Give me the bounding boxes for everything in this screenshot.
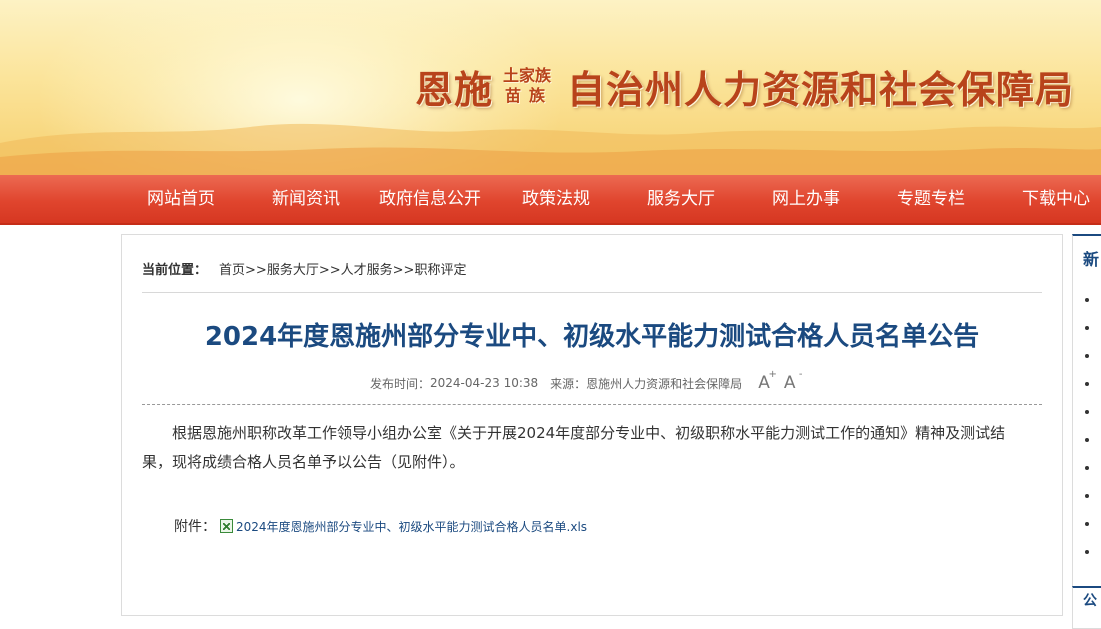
site-title-ethnic-bottom: 苗族 xyxy=(505,86,554,105)
sidebar-bullet-icon xyxy=(1085,438,1089,442)
article-meta: 发布时间： 2024-04-23 10:38 来源： 恩施州人力资源和社会保障局… xyxy=(370,369,803,393)
meta-divider xyxy=(142,404,1042,405)
nav-item-gov-info[interactable]: 政府信息公开 xyxy=(379,175,481,223)
breadcrumb-item-home[interactable]: 首页 xyxy=(219,263,245,278)
sidebar-bullet-icon xyxy=(1085,550,1089,554)
font-increase-button[interactable]: A + xyxy=(758,369,777,393)
nav-item-news[interactable]: 新闻资讯 xyxy=(272,175,340,223)
publish-time-label: 发布时间： xyxy=(370,376,431,391)
breadcrumb-item-service-hall[interactable]: 服务大厅 xyxy=(267,263,319,278)
breadcrumb-separator: >> xyxy=(392,263,415,278)
sidebar-bullet-icon xyxy=(1085,382,1089,386)
nav-item-special-topics[interactable]: 专题专栏 xyxy=(897,175,965,223)
source-name: 恩施州人力资源和社会保障局 xyxy=(586,376,743,391)
sidebar-bullet-icon xyxy=(1085,522,1089,526)
nav-item-downloads[interactable]: 下载中心 xyxy=(1022,175,1090,223)
breadcrumb: 当前位置： 首页>>服务大厅>>人才服务>>职称评定 xyxy=(142,259,466,278)
breadcrumb-divider xyxy=(142,292,1042,293)
main-nav: 网站首页 新闻资讯 政府信息公开 政策法规 服务大厅 网上办事 专题专栏 下载中… xyxy=(0,175,1101,225)
font-increase-sup: + xyxy=(768,369,777,380)
breadcrumb-label: 当前位置： xyxy=(142,263,208,278)
font-decrease-button[interactable]: A- xyxy=(783,369,803,393)
site-title-ethnic-top: 土家族 xyxy=(503,66,552,85)
sidebar-title: 新 xyxy=(1083,250,1100,269)
breadcrumb-item-talent-service[interactable]: 人才服务 xyxy=(341,263,393,278)
sidebar-bullet-icon xyxy=(1085,410,1089,414)
nav-item-service-hall[interactable]: 服务大厅 xyxy=(647,175,715,223)
sidebar-bullet-icon xyxy=(1085,326,1089,330)
nav-item-online-service[interactable]: 网上办事 xyxy=(772,175,840,223)
publish-time: 2024-04-23 10:38 xyxy=(430,376,539,390)
sidebar-second-title: 公 xyxy=(1083,593,1097,609)
sidebar-news-panel: 新 xyxy=(1072,234,1101,587)
sidebar-second-panel: 公 xyxy=(1072,586,1101,629)
breadcrumb-separator: >> xyxy=(318,263,341,278)
attachment-link[interactable]: 2024年度恩施州部分专业中、初级水平能力测试合格人员名单.xls xyxy=(236,518,587,535)
banner-hills-graphic xyxy=(0,123,1101,175)
attachment-label: 附件： xyxy=(174,519,216,535)
site-title-ethnic: 土家族 苗族 xyxy=(503,66,553,106)
sidebar-bullet-icon xyxy=(1085,354,1089,358)
nav-item-home[interactable]: 网站首页 xyxy=(147,175,215,223)
site-title-left: 恩施 xyxy=(415,67,494,112)
site-title: 恩施 土家族 苗族 自治州人力资源和社会保障局 xyxy=(415,58,1074,114)
article-body: 根据恩施州职称改革工作领导小组办公室《关于开展2024年度部分专业中、初级职称水… xyxy=(142,424,1006,471)
breadcrumb-item-title-evaluation[interactable]: 职称评定 xyxy=(414,263,466,278)
nav-item-policy[interactable]: 政策法规 xyxy=(522,175,590,223)
site-title-right: 自治州人力资源和社会保障局 xyxy=(567,67,1075,112)
breadcrumb-separator: >> xyxy=(245,263,267,278)
font-decrease-glyph: A xyxy=(783,373,796,393)
sidebar-bullet-icon xyxy=(1085,298,1089,302)
source-label: 来源： xyxy=(550,376,587,391)
font-decrease-sup: - xyxy=(798,369,803,380)
sidebar-bullet-icon xyxy=(1085,494,1089,498)
attachment-row: 附件： 2024年度恩施州部分专业中、初级水平能力测试合格人员名单.xls xyxy=(174,516,587,536)
sidebar-bullet-icon xyxy=(1085,466,1089,470)
header-banner: 恩施 土家族 苗族 自治州人力资源和社会保障局 xyxy=(0,0,1101,175)
article-title: 2024年度恩施州部分专业中、初级水平能力测试合格人员名单公告 xyxy=(204,322,980,352)
article-panel: 当前位置： 首页>>服务大厅>>人才服务>>职称评定 2024年度恩施州部分专业中… xyxy=(121,234,1063,616)
xls-file-icon xyxy=(220,519,233,533)
